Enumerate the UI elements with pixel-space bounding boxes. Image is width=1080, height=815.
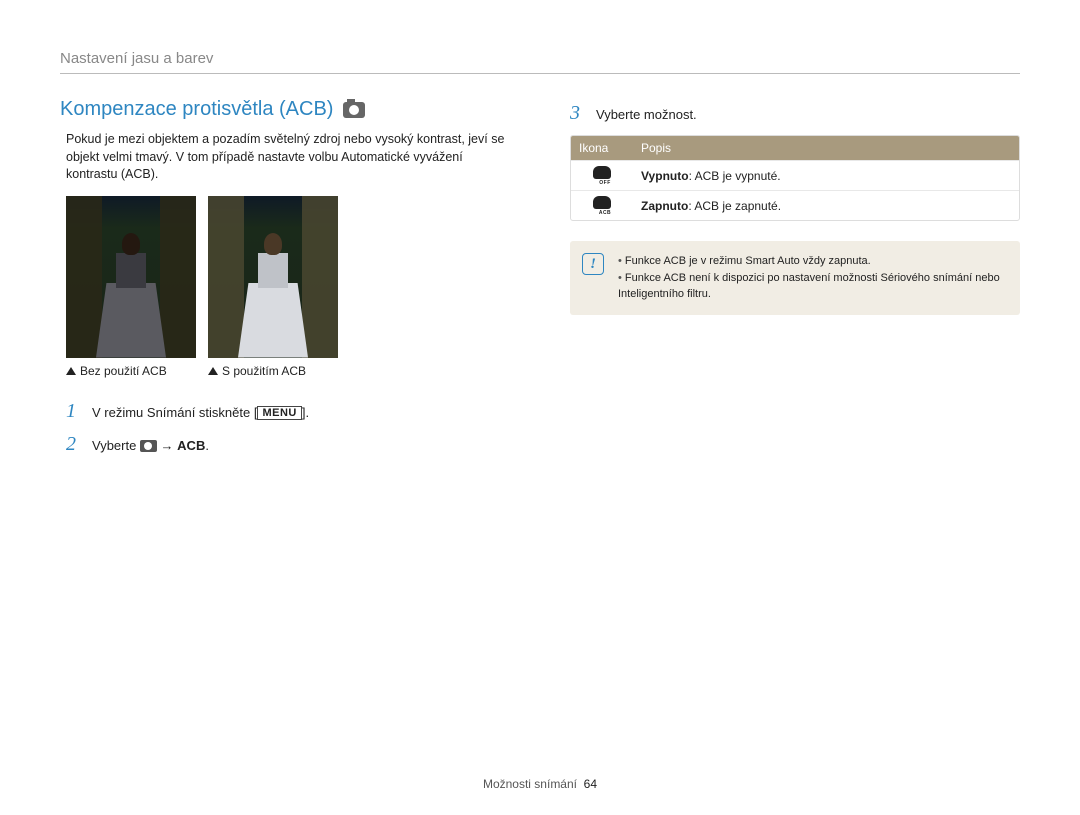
acb-off-icon — [591, 166, 613, 186]
info-box: ! Funkce ACB je v režimu Smart Auto vždy… — [570, 241, 1020, 315]
row1-desc: Vypnuto: ACB je vypnuté. — [633, 165, 1019, 187]
footer-page-number: 64 — [584, 777, 597, 791]
step-number: 1 — [66, 400, 82, 423]
step2-bold: ACB — [177, 438, 205, 453]
caption-left-text: Bez použití ACB — [80, 364, 167, 378]
camera-icon — [140, 440, 157, 452]
step-3: 3 Vyberte možnost. — [570, 102, 1020, 125]
col-header-icon: Ikona — [571, 136, 633, 160]
row2-rest: : ACB je zapnuté. — [688, 199, 781, 213]
example-photo-without-acb — [66, 196, 196, 358]
row1-bold: Vypnuto — [641, 169, 689, 183]
caption-right: S použitím ACB — [208, 364, 338, 378]
step2-arrow: → — [157, 438, 177, 453]
step1-post: ]. — [302, 405, 309, 420]
step2-end: . — [205, 438, 209, 453]
menu-button-label: MENU — [257, 406, 301, 420]
step2-pre: Vyberte — [92, 438, 140, 453]
page-footer: Možnosti snímání 64 — [0, 777, 1080, 791]
camera-mode-icon — [343, 102, 365, 118]
acb-on-icon — [591, 196, 613, 216]
step-1-text: V režimu Snímání stiskněte [MENU]. — [92, 405, 309, 421]
row2-bold: Zapnuto — [641, 199, 688, 213]
row2-desc: Zapnuto: ACB je zapnuté. — [633, 195, 1019, 217]
table-row: Vypnuto: ACB je vypnuté. — [571, 160, 1019, 190]
step-2-text: Vyberte → ACB. — [92, 438, 209, 453]
step1-pre: V režimu Snímání stiskněte [ — [92, 405, 257, 420]
step-number: 3 — [570, 102, 586, 125]
step-2: 2 Vyberte → ACB. — [66, 433, 510, 456]
triangle-up-icon — [66, 367, 76, 375]
footer-label: Možnosti snímání — [483, 777, 577, 791]
caption-right-text: S použitím ACB — [222, 364, 306, 378]
caption-left: Bez použití ACB — [66, 364, 196, 378]
options-table: Ikona Popis Vypnuto: ACB je vypnuté. Zap… — [570, 135, 1020, 221]
triangle-up-icon — [208, 367, 218, 375]
page-heading: Kompenzace protisvětla (ACB) — [60, 98, 510, 121]
example-photo-with-acb — [208, 196, 338, 358]
info-item-2: Funkce ACB není k dispozici po nastavení… — [618, 270, 1006, 303]
heading-text: Kompenzace protisvětla (ACB) — [60, 98, 333, 121]
section-title: Nastavení jasu a barev — [60, 50, 1020, 74]
table-row: Zapnuto: ACB je zapnuté. — [571, 190, 1019, 220]
col-header-desc: Popis — [633, 136, 1019, 160]
step-3-text: Vyberte možnost. — [596, 107, 697, 122]
info-icon: ! — [582, 253, 604, 275]
table-header: Ikona Popis — [571, 136, 1019, 160]
step-1: 1 V režimu Snímání stiskněte [MENU]. — [66, 400, 510, 423]
row1-rest: : ACB je vypnuté. — [689, 169, 781, 183]
info-item-1: Funkce ACB je v režimu Smart Auto vždy z… — [618, 253, 1006, 270]
step-number: 2 — [66, 433, 82, 456]
intro-paragraph: Pokud je mezi objektem a pozadím světeln… — [60, 131, 510, 184]
